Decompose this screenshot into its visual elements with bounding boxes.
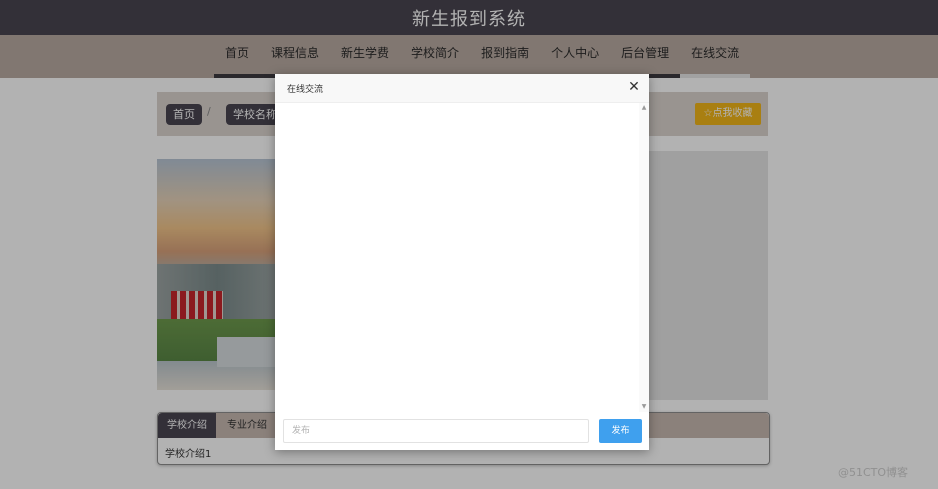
scroll-up-arrow-icon[interactable]: ▲ xyxy=(639,103,649,113)
close-icon[interactable]: ✕ xyxy=(627,80,641,94)
scroll-down-arrow-icon[interactable]: ▼ xyxy=(639,402,649,412)
chat-scrollbar[interactable]: ▲ ▼ xyxy=(639,103,649,412)
message-input[interactable] xyxy=(283,419,589,443)
publish-button[interactable]: 发布 xyxy=(599,419,642,443)
modal-title: 在线交流 xyxy=(287,85,324,95)
modal-header: 在线交流 ✕ xyxy=(275,74,649,103)
chat-modal: 在线交流 ✕ ▲ ▼ 发布 xyxy=(275,74,649,450)
chat-messages-area[interactable] xyxy=(275,103,639,412)
